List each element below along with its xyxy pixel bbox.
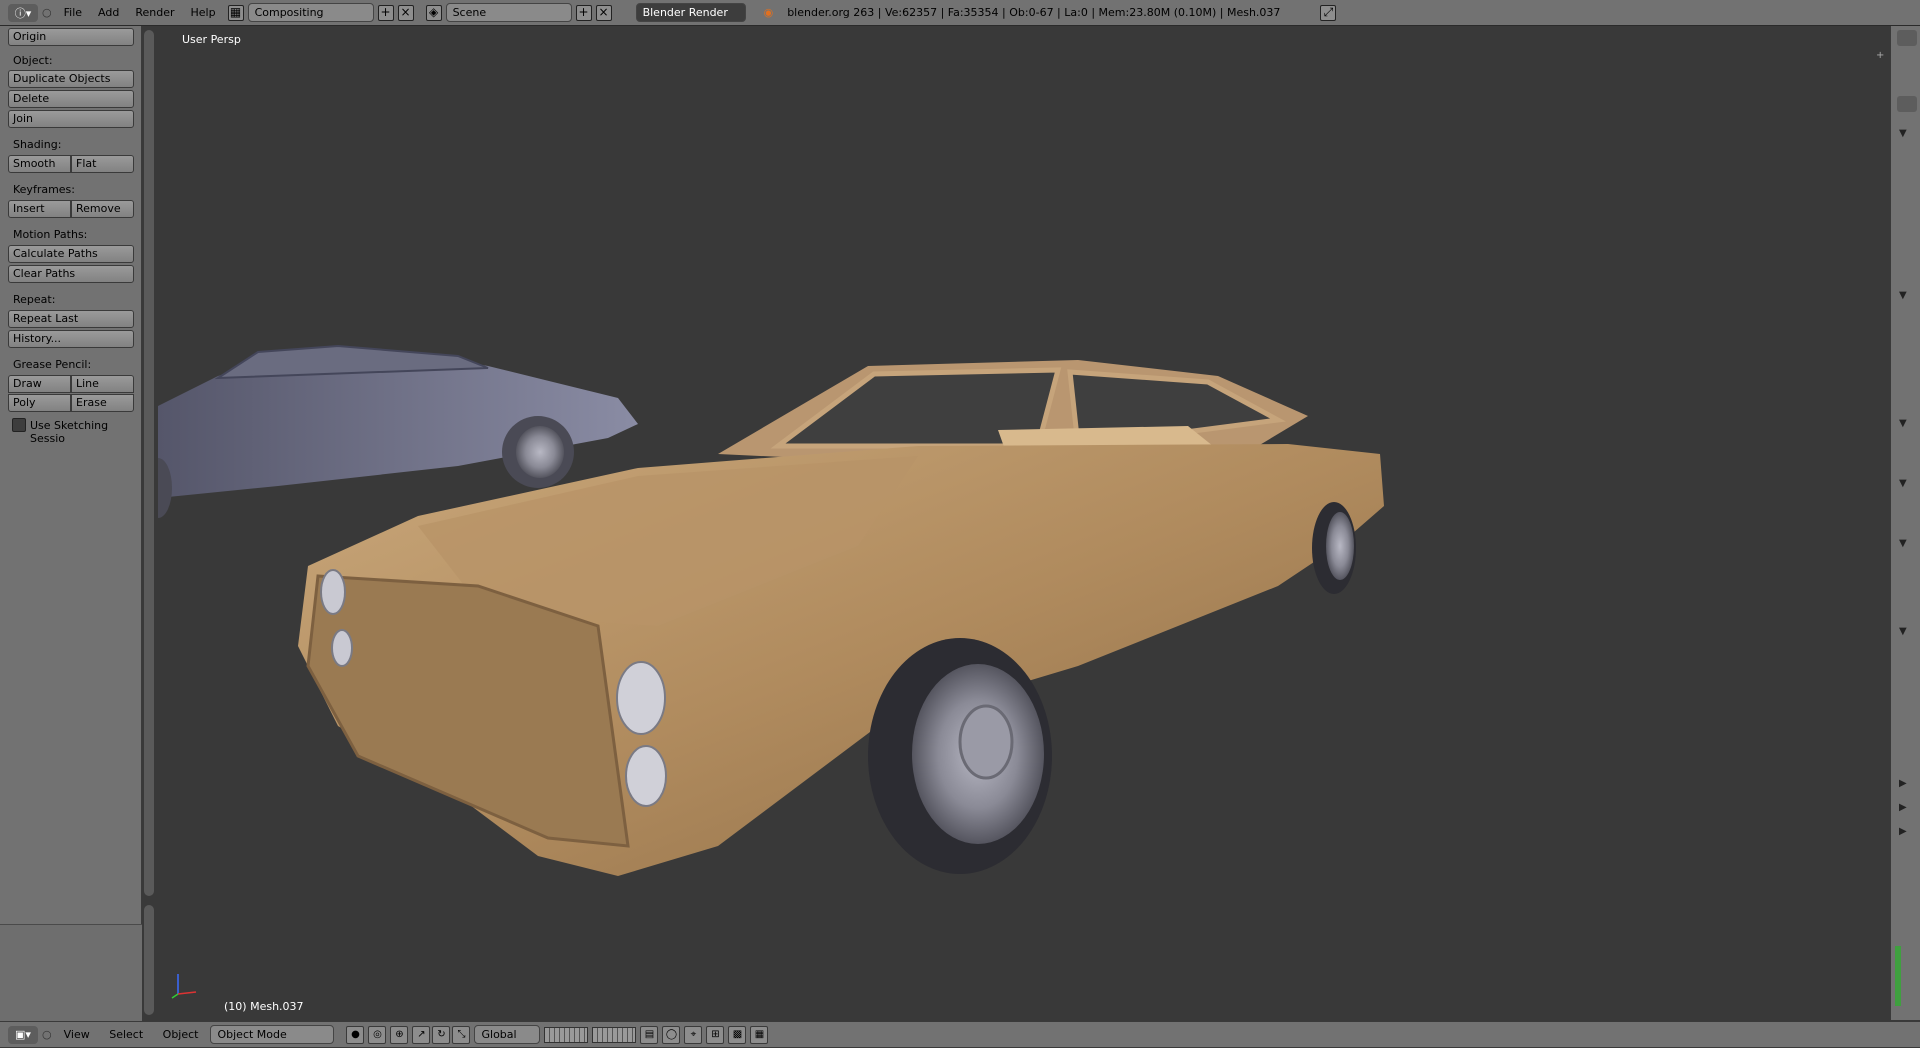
properties-editor-icon[interactable]	[1897, 30, 1917, 46]
delete-layout-icon[interactable]: ×	[397, 4, 414, 21]
3d-viewport[interactable]	[158, 26, 1889, 1020]
tool-shelf: Origin Object: Duplicate Objects Delete …	[0, 26, 142, 1047]
rotate-icon[interactable]: ↻	[432, 1025, 451, 1044]
layout-icon[interactable]: ▦	[227, 4, 244, 21]
transform-manipulator-group: ↗ ↻ ⤡	[412, 1025, 471, 1044]
origin-button[interactable]: Origin	[8, 28, 134, 46]
add-layout-icon[interactable]: +	[377, 4, 394, 21]
insert-keyframe-button[interactable]: Insert	[8, 200, 71, 218]
motion-paths-section-label: Motion Paths:	[13, 228, 88, 241]
properties-editor: ▼ ▼ ▼ ▼ ▼ ▼ ▶ ▶ ▶	[1890, 26, 1920, 1020]
scene-render	[158, 344, 1384, 876]
render-preview-icon[interactable]: ▩	[728, 1025, 747, 1044]
proportional-edit-icon[interactable]: ◯	[662, 1025, 681, 1044]
expand-arrow-icon[interactable]: ▼	[1899, 478, 1907, 489]
mode-select[interactable]: Object Mode	[210, 1025, 335, 1044]
blender-logo-icon: ◉	[763, 6, 774, 19]
shading-mode-icon[interactable]: ●	[346, 1025, 365, 1044]
snap-icon[interactable]: ⌖	[684, 1025, 703, 1044]
world-icon[interactable]	[1897, 96, 1917, 112]
editor-type-icon[interactable]: ▣▾	[8, 1025, 38, 1044]
shading-section-label: Shading:	[13, 138, 62, 151]
collapse-arrow-icon[interactable]: ▶	[1899, 826, 1907, 837]
top-header: ⓘ▾ ○ File Add Render Help ▦ Compositing …	[0, 0, 1920, 26]
poly-button[interactable]: Poly	[8, 394, 71, 412]
expand-arrow-icon[interactable]: ▼	[1899, 538, 1907, 549]
axis-gizmo-icon	[170, 970, 200, 1000]
repeat-section-label: Repeat:	[13, 293, 56, 306]
properties-toggle-icon[interactable]: +	[1876, 50, 1888, 62]
collapse-arrow-icon[interactable]: ▶	[1899, 778, 1907, 789]
view-persp-label: User Persp	[182, 33, 241, 46]
scale-icon[interactable]: ⤡	[452, 1025, 471, 1044]
menu-render[interactable]: Render	[127, 0, 182, 26]
properties-scrollbar[interactable]	[1895, 946, 1901, 1006]
translate-icon[interactable]: ↗	[412, 1025, 431, 1044]
history-button[interactable]: History...	[8, 330, 134, 348]
manipulator-icon[interactable]: ⊕	[390, 1025, 409, 1044]
scene-icon[interactable]: ◈	[425, 4, 442, 21]
line-button[interactable]: Line	[71, 375, 134, 393]
active-object-label: (10) Mesh.037	[224, 1000, 304, 1013]
draw-button[interactable]: Draw	[8, 375, 71, 393]
operator-panel-scrollbar[interactable]	[144, 905, 154, 1015]
menu-view[interactable]: View	[56, 1028, 98, 1041]
viewport-menu: View Select Object	[56, 1022, 207, 1048]
expand-arrow-icon[interactable]: ▼	[1899, 626, 1907, 637]
delete-scene-icon[interactable]: ×	[595, 4, 612, 21]
sketching-checkbox[interactable]	[12, 418, 26, 432]
snap-target-icon[interactable]: ⊞	[706, 1025, 725, 1044]
remove-keyframe-button[interactable]: Remove	[71, 200, 134, 218]
render-animation-icon[interactable]: ▦	[750, 1025, 769, 1044]
menu-help[interactable]: Help	[183, 0, 224, 26]
erase-button[interactable]: Erase	[71, 394, 134, 412]
collapse-icon[interactable]: ○	[42, 6, 52, 19]
lock-layers-icon[interactable]: ▤	[640, 1025, 659, 1044]
main-menu: File Add Render Help	[56, 0, 224, 26]
keyframes-section-label: Keyframes:	[13, 183, 75, 196]
delete-button[interactable]: Delete	[8, 90, 134, 108]
expand-arrow-icon[interactable]: ▼	[1899, 290, 1907, 301]
add-scene-icon[interactable]: +	[575, 4, 592, 21]
layers-grid-a[interactable]	[544, 1026, 589, 1043]
tool-shelf-scrollbar[interactable]	[144, 30, 154, 896]
info-editor-icon[interactable]: ⓘ▾	[8, 3, 38, 22]
viewport-header: ▣▾ ○ View Select Object Object Mode ● ◎ …	[0, 1021, 1920, 1047]
menu-file[interactable]: File	[56, 0, 90, 26]
layout-field[interactable]: Compositing	[247, 3, 374, 22]
scene-field[interactable]: Scene	[445, 3, 572, 22]
expand-arrow-icon[interactable]: ▼	[1899, 128, 1907, 139]
grease-pencil-section-label: Grease Pencil:	[13, 358, 92, 371]
menu-select[interactable]: Select	[101, 1028, 151, 1041]
calculate-paths-button[interactable]: Calculate Paths	[8, 245, 134, 263]
fullscreen-icon[interactable]: ⤢	[1320, 4, 1337, 21]
duplicate-objects-button[interactable]: Duplicate Objects	[8, 70, 134, 88]
layers-grid-b[interactable]	[592, 1026, 637, 1043]
expand-arrow-icon[interactable]: ▼	[1899, 418, 1907, 429]
repeat-last-button[interactable]: Repeat Last	[8, 310, 134, 328]
orientation-select[interactable]: Global	[474, 1025, 541, 1044]
menu-add[interactable]: Add	[90, 0, 127, 26]
smooth-button[interactable]: Smooth	[8, 155, 71, 173]
collapse-header-icon[interactable]: ○	[42, 1028, 52, 1041]
clear-paths-button[interactable]: Clear Paths	[8, 265, 134, 283]
flat-button[interactable]: Flat	[71, 155, 134, 173]
render-engine-select[interactable]: Blender Render	[635, 3, 746, 22]
menu-object[interactable]: Object	[155, 1028, 207, 1041]
object-section-label: Object:	[13, 54, 53, 67]
collapse-arrow-icon[interactable]: ▶	[1899, 802, 1907, 813]
scene-stats: blender.org 263 | Ve:62357 | Fa:35354 | …	[787, 6, 1281, 19]
sketching-label: Use Sketching Sessio	[30, 419, 109, 445]
join-button[interactable]: Join	[8, 110, 134, 128]
pivot-point-icon[interactable]: ◎	[368, 1025, 387, 1044]
